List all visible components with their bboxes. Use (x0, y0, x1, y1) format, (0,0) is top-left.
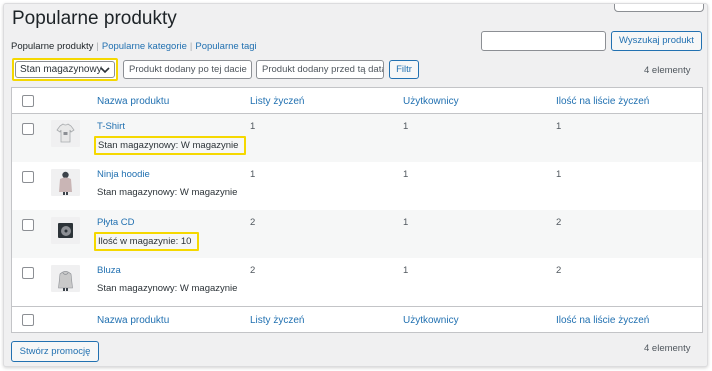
product-name-link[interactable]: T-Shirt (97, 121, 125, 132)
users-count: 1 (403, 265, 409, 276)
tshirt-icon[interactable] (51, 120, 80, 147)
column-footer-qty[interactable]: Ilość na liście życzeń (556, 315, 649, 326)
select-all-checkbox[interactable] (22, 314, 34, 326)
row-checkbox[interactable] (22, 123, 34, 135)
wishlists-count: 1 (250, 121, 256, 132)
chevron-down-icon (99, 63, 111, 77)
wishlists-count: 2 (250, 265, 256, 276)
row-checkbox[interactable] (22, 171, 34, 183)
screen-frame: Popularne produkty Popularne produkty | Po… (3, 3, 708, 367)
filter-button[interactable]: Filtr (389, 60, 419, 79)
product-name-link[interactable]: Płyta CD (97, 217, 134, 228)
column-footer-users[interactable]: Użytkownicy (403, 315, 459, 326)
subnav: Popularne produkty | Popularne kategorie | P… (11, 41, 257, 52)
search-button[interactable]: Wyszukaj produkt (611, 31, 702, 51)
products-table: Nazwa produktu Listy życzeń Użytkownicy … (11, 87, 703, 333)
wishlists-count: 2 (250, 217, 256, 228)
subnav-link-categories[interactable]: Popularne kategorie (102, 41, 187, 52)
wishlist-qty: 1 (556, 121, 562, 132)
stock-status-select-value: Stan magazynowy (20, 64, 102, 75)
product-name-link[interactable]: Ninja hoodie (97, 169, 150, 180)
column-footer-name[interactable]: Nazwa produktu (97, 315, 169, 326)
search-input[interactable] (481, 31, 606, 51)
wishlist-qty: 2 (556, 217, 562, 228)
row-checkbox[interactable] (22, 219, 34, 231)
table-row: T-Shirt Stan magazynowy: W magazynie 1 1… (12, 114, 702, 162)
product-stock-meta: Ilość w magazynie: 10 (94, 232, 200, 251)
table-row: Bluza Stan magazynowy: W magazynie 2 1 2 (12, 258, 702, 306)
table-header-row: Nazwa produktu Listy życzeń Użytkownicy … (12, 88, 702, 114)
items-count: 4 elementy (644, 65, 691, 76)
users-count: 1 (403, 121, 409, 132)
cd-icon[interactable] (51, 217, 80, 244)
wishlist-qty: 1 (556, 169, 562, 180)
date-from-input[interactable]: Produkt dodany po tej dacie (123, 60, 252, 79)
product-stock-meta: Stan magazynowy: W magazynie (97, 283, 238, 294)
column-footer-wishlists[interactable]: Listy życzeń (250, 315, 304, 326)
subnav-link-tags[interactable]: Popularne tagi (195, 41, 256, 52)
column-header-qty[interactable]: Ilość na liście życzeń (556, 96, 649, 107)
hoodie-icon[interactable] (51, 169, 80, 196)
table-footer-row: Nazwa produktu Listy życzeń Użytkownicy … (12, 306, 702, 332)
row-checkbox[interactable] (22, 267, 34, 279)
subnav-separator: | (189, 41, 193, 52)
table-row: Płyta CD Ilość w magazynie: 10 2 1 2 (12, 210, 702, 258)
column-header-users[interactable]: Użytkownicy (403, 96, 459, 107)
product-stock-meta: Stan magazynowy: W magazynie (94, 136, 247, 155)
select-all-checkbox[interactable] (22, 95, 34, 107)
column-header-wishlists[interactable]: Listy życzeń (250, 96, 304, 107)
table-row: Ninja hoodie Stan magazynowy: W magazyni… (12, 162, 702, 210)
wishlist-qty: 2 (556, 265, 562, 276)
column-header-name[interactable]: Nazwa produktu (97, 96, 169, 107)
subnav-separator: | (96, 41, 99, 52)
create-promotion-button[interactable]: Stwórz promocję (11, 341, 99, 362)
users-count: 1 (403, 217, 409, 228)
date-to-input[interactable]: Produkt dodany przed tą datą (256, 60, 384, 79)
users-count: 1 (403, 169, 409, 180)
subnav-current: Popularne produkty (11, 41, 94, 52)
items-count: 4 elementy (644, 343, 691, 354)
screen-options-tab[interactable] (614, 4, 704, 12)
product-name-link[interactable]: Bluza (97, 265, 121, 276)
wishlists-count: 1 (250, 169, 256, 180)
page-title: Popularne produkty (12, 8, 177, 29)
product-stock-meta: Stan magazynowy: W magazynie (97, 187, 238, 198)
hoodie-icon[interactable] (51, 265, 80, 292)
stock-status-select[interactable]: Stan magazynowy (12, 58, 118, 81)
